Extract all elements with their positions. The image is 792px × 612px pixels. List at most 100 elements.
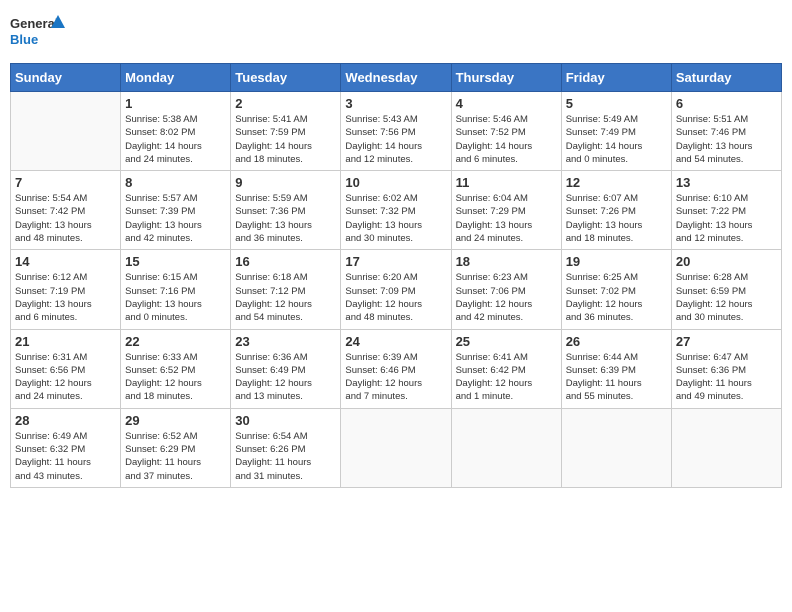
day-info: Sunrise: 6:54 AMSunset: 6:26 PMDaylight:… [235, 430, 336, 483]
day-number: 3 [345, 96, 446, 111]
day-info: Sunrise: 6:41 AMSunset: 6:42 PMDaylight:… [456, 351, 557, 404]
calendar-cell: 15 Sunrise: 6:15 AMSunset: 7:16 PMDayligh… [121, 250, 231, 329]
calendar-cell: 22Sunrise: 6:33 AMSunset: 6:52 PMDayligh… [121, 329, 231, 408]
logo-svg: General Blue [10, 10, 65, 55]
svg-text:General: General [10, 16, 58, 31]
day-info: Sunrise: 6:31 AMSunset: 6:56 PMDaylight:… [15, 351, 116, 404]
day-of-week-header: Wednesday [341, 64, 451, 92]
calendar-cell: 6Sunrise: 5:51 AMSunset: 7:46 PMDaylight… [671, 92, 781, 171]
day-number: 20 [676, 254, 777, 269]
day-of-week-header: Friday [561, 64, 671, 92]
day-info: Sunrise: 5:49 AMSunset: 7:49 PMDaylight:… [566, 113, 667, 166]
day-number: 8 [125, 175, 226, 190]
calendar-cell: 30 Sunrise: 6:54 AMSunset: 6:26 PMDayligh… [231, 408, 341, 487]
calendar-cell: 25 Sunrise: 6:41 AMSunset: 6:42 PMDayligh… [451, 329, 561, 408]
day-info: Sunrise: 5:38 AMSunset: 8:02 PMDaylight:… [125, 113, 226, 166]
day-info: Sunrise: 5:46 AMSunset: 7:52 PMDaylight:… [456, 113, 557, 166]
day-number: 14 [15, 254, 116, 269]
day-info: Sunrise: 6:25 AMSunset: 7:02 PMDaylight:… [566, 271, 667, 324]
day-of-week-header: Saturday [671, 64, 781, 92]
day-info: Sunrise: 6:15 AMSunset: 7:16 PMDaylight:… [125, 271, 226, 324]
calendar-table: SundayMondayTuesdayWednesdayThursdayFrid… [10, 63, 782, 488]
day-of-week-header: Tuesday [231, 64, 341, 92]
calendar-cell: 14 Sunrise: 6:12 AMSunset: 7:19 PMDayligh… [11, 250, 121, 329]
calendar-cell: 18 Sunrise: 6:23 AMSunset: 7:06 PMDayligh… [451, 250, 561, 329]
day-number: 30 [235, 413, 336, 428]
day-info: Sunrise: 6:07 AMSunset: 7:26 PMDaylight:… [566, 192, 667, 245]
day-info: Sunrise: 6:04 AMSunset: 7:29 PMDaylight:… [456, 192, 557, 245]
calendar-cell [451, 408, 561, 487]
calendar-cell: 19 Sunrise: 6:25 AMSunset: 7:02 PMDayligh… [561, 250, 671, 329]
day-info: Sunrise: 5:59 AMSunset: 7:36 PMDaylight:… [235, 192, 336, 245]
day-number: 2 [235, 96, 336, 111]
calendar-cell: 29 Sunrise: 6:52 AMSunset: 6:29 PMDayligh… [121, 408, 231, 487]
day-info: Sunrise: 6:36 AMSunset: 6:49 PMDaylight:… [235, 351, 336, 404]
day-info: Sunrise: 6:20 AMSunset: 7:09 PMDaylight:… [345, 271, 446, 324]
calendar-cell: 12 Sunrise: 6:07 AMSunset: 7:26 PMDayligh… [561, 171, 671, 250]
calendar-cell: 10Sunrise: 6:02 AMSunset: 7:32 PMDayligh… [341, 171, 451, 250]
day-number: 29 [125, 413, 226, 428]
calendar-week-row: 14 Sunrise: 6:12 AMSunset: 7:19 PMDayligh… [11, 250, 782, 329]
day-info: Sunrise: 6:44 AMSunset: 6:39 PMDaylight:… [566, 351, 667, 404]
day-number: 5 [566, 96, 667, 111]
day-info: Sunrise: 6:47 AMSunset: 6:36 PMDaylight:… [676, 351, 777, 404]
calendar-cell: 21 Sunrise: 6:31 AMSunset: 6:56 PMDayligh… [11, 329, 121, 408]
day-info: Sunrise: 6:52 AMSunset: 6:29 PMDaylight:… [125, 430, 226, 483]
calendar-cell [671, 408, 781, 487]
day-info: Sunrise: 5:41 AMSunset: 7:59 PMDaylight:… [235, 113, 336, 166]
calendar-cell [341, 408, 451, 487]
day-number: 11 [456, 175, 557, 190]
day-number: 21 [15, 334, 116, 349]
day-of-week-header: Thursday [451, 64, 561, 92]
calendar-header-row: SundayMondayTuesdayWednesdayThursdayFrid… [11, 64, 782, 92]
day-info: Sunrise: 6:02 AMSunset: 7:32 PMDaylight:… [345, 192, 446, 245]
day-number: 26 [566, 334, 667, 349]
day-number: 13 [676, 175, 777, 190]
calendar-cell: 24 Sunrise: 6:39 AMSunset: 6:46 PMDayligh… [341, 329, 451, 408]
day-number: 4 [456, 96, 557, 111]
calendar-cell: 5 Sunrise: 5:49 AMSunset: 7:49 PMDaylight… [561, 92, 671, 171]
calendar-week-row: 28 Sunrise: 6:49 AMSunset: 6:32 PMDayligh… [11, 408, 782, 487]
day-info: Sunrise: 5:54 AMSunset: 7:42 PMDaylight:… [15, 192, 116, 245]
day-info: Sunrise: 6:28 AMSunset: 6:59 PMDaylight:… [676, 271, 777, 324]
calendar-cell: 28 Sunrise: 6:49 AMSunset: 6:32 PMDayligh… [11, 408, 121, 487]
day-number: 12 [566, 175, 667, 190]
calendar-week-row: 1Sunrise: 5:38 AMSunset: 8:02 PMDaylight… [11, 92, 782, 171]
day-number: 9 [235, 175, 336, 190]
day-number: 7 [15, 175, 116, 190]
calendar-cell: 17 Sunrise: 6:20 AMSunset: 7:09 PMDayligh… [341, 250, 451, 329]
calendar-cell: 23 Sunrise: 6:36 AMSunset: 6:49 PMDayligh… [231, 329, 341, 408]
day-number: 6 [676, 96, 777, 111]
day-info: Sunrise: 6:49 AMSunset: 6:32 PMDaylight:… [15, 430, 116, 483]
day-number: 19 [566, 254, 667, 269]
day-number: 25 [456, 334, 557, 349]
day-number: 23 [235, 334, 336, 349]
calendar-cell: 27 Sunrise: 6:47 AMSunset: 6:36 PMDayligh… [671, 329, 781, 408]
day-info: Sunrise: 5:57 AMSunset: 7:39 PMDaylight:… [125, 192, 226, 245]
day-info: Sunrise: 6:33 AMSunset: 6:52 PMDaylight:… [125, 351, 226, 404]
day-number: 24 [345, 334, 446, 349]
day-number: 18 [456, 254, 557, 269]
day-of-week-header: Sunday [11, 64, 121, 92]
logo: General Blue [10, 10, 65, 55]
day-of-week-header: Monday [121, 64, 231, 92]
calendar-cell [11, 92, 121, 171]
day-info: Sunrise: 6:12 AMSunset: 7:19 PMDaylight:… [15, 271, 116, 324]
calendar-cell: 2 Sunrise: 5:41 AMSunset: 7:59 PMDaylight… [231, 92, 341, 171]
day-info: Sunrise: 6:23 AMSunset: 7:06 PMDaylight:… [456, 271, 557, 324]
calendar-cell: 13 Sunrise: 6:10 AMSunset: 7:22 PMDayligh… [671, 171, 781, 250]
calendar-cell: 11 Sunrise: 6:04 AMSunset: 7:29 PMDayligh… [451, 171, 561, 250]
day-info: Sunrise: 6:39 AMSunset: 6:46 PMDaylight:… [345, 351, 446, 404]
day-number: 27 [676, 334, 777, 349]
calendar-cell: 7 Sunrise: 5:54 AMSunset: 7:42 PMDaylight… [11, 171, 121, 250]
day-info: Sunrise: 6:10 AMSunset: 7:22 PMDaylight:… [676, 192, 777, 245]
calendar-week-row: 21 Sunrise: 6:31 AMSunset: 6:56 PMDayligh… [11, 329, 782, 408]
day-number: 15 [125, 254, 226, 269]
calendar-cell: 4 Sunrise: 5:46 AMSunset: 7:52 PMDaylight… [451, 92, 561, 171]
calendar-week-row: 7 Sunrise: 5:54 AMSunset: 7:42 PMDaylight… [11, 171, 782, 250]
calendar-cell: 16Sunrise: 6:18 AMSunset: 7:12 PMDayligh… [231, 250, 341, 329]
day-number: 16 [235, 254, 336, 269]
calendar-cell: 1Sunrise: 5:38 AMSunset: 8:02 PMDaylight… [121, 92, 231, 171]
day-number: 17 [345, 254, 446, 269]
day-number: 28 [15, 413, 116, 428]
